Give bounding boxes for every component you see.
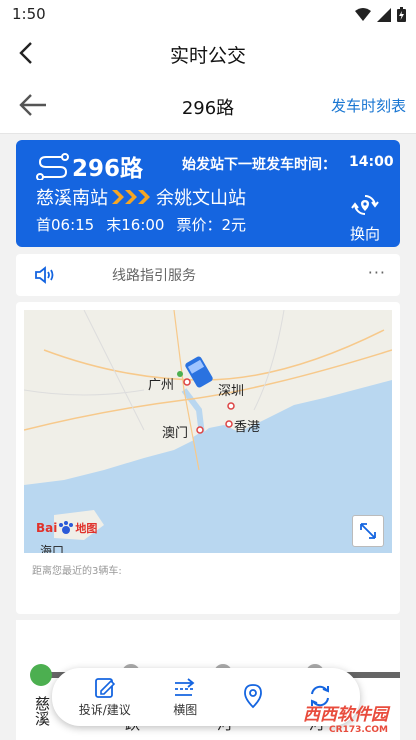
- paw-icon: [59, 521, 74, 534]
- map-city-label: 广州: [148, 378, 175, 393]
- speaker-icon: [35, 266, 54, 284]
- route-number: 296路: [72, 156, 144, 182]
- stop-dot-current[interactable]: [30, 664, 52, 686]
- horizontal-view-label: 横图: [173, 702, 198, 717]
- route-header: 296路 发车时刻表: [0, 76, 416, 134]
- schedule-info: 首06:15 末16:00 票价：2元: [36, 214, 246, 235]
- location-button[interactable]: [240, 683, 266, 711]
- timetable-link[interactable]: 发车时刻表: [331, 95, 406, 116]
- page-title: 实时公交: [169, 45, 246, 67]
- map-city-label: 澳门: [162, 426, 189, 441]
- horizontal-view-button[interactable]: 横图: [172, 677, 198, 718]
- map-view[interactable]: 广州 深圳 澳门 香港 海口 Bai 地图: [24, 310, 392, 553]
- expand-icon: [360, 523, 376, 539]
- route-path-icon: [36, 153, 69, 180]
- map-city-label: 深圳: [218, 384, 245, 399]
- more-options-icon[interactable]: ···: [368, 263, 386, 282]
- nearby-buses-label: 距离您最近的3辆车:: [32, 566, 122, 577]
- reverse-direction-button[interactable]: 换向: [344, 192, 386, 244]
- baidu-map-logo: Bai 地图: [36, 521, 98, 535]
- next-departure-label: 始发站下一班发车时间：: [182, 157, 336, 173]
- fare: 票价：2元: [176, 216, 247, 234]
- direction-arrows-icon: [112, 190, 150, 204]
- next-departure-time: 14:00: [349, 154, 394, 170]
- map-city-label: 香港: [234, 420, 261, 435]
- last-bus-time: 末16:00: [106, 216, 165, 234]
- status-bar: 1:50: [0, 0, 416, 30]
- feedback-label: 投诉/建议: [78, 702, 131, 717]
- origin-stop: 慈溪南站: [36, 188, 108, 209]
- feedback-button[interactable]: 投诉/建议: [79, 677, 131, 718]
- route-stops: 慈溪南站 余姚文山站: [36, 184, 246, 210]
- location-pin-icon: [243, 684, 262, 709]
- wifi-icon: [355, 7, 371, 21]
- guide-label: 线路指引服务: [112, 268, 196, 284]
- reverse-icon: [351, 194, 379, 216]
- stop-name: 慈溪: [33, 696, 51, 726]
- route-guide-service[interactable]: 线路指引服务 ···: [16, 254, 400, 296]
- route-info-card: 296路 始发站下一班发车时间： 14:00 慈溪南站 余姚文山站 首06:15…: [16, 140, 400, 247]
- edit-icon: [94, 677, 115, 698]
- map-card: 广州 深圳 澳门 香港 海口 Bai 地图 距离您最近的3辆车:: [16, 302, 400, 614]
- watermark-logo: 西西软件园 CR173.COM: [303, 705, 388, 735]
- app-bar: 实时公交: [0, 30, 416, 76]
- status-icons: [355, 7, 406, 22]
- first-bus-time: 首06:15: [36, 216, 95, 234]
- terminal-stop: 余姚文山站: [156, 188, 246, 209]
- status-time: 1:50: [12, 5, 46, 23]
- battery-icon: [397, 7, 406, 22]
- map-city-label: 海口: [40, 544, 65, 553]
- horizontal-arrows-icon: [175, 677, 195, 696]
- signal-icon: [377, 7, 391, 22]
- reverse-label: 换向: [349, 225, 380, 243]
- fullscreen-button[interactable]: [352, 515, 384, 547]
